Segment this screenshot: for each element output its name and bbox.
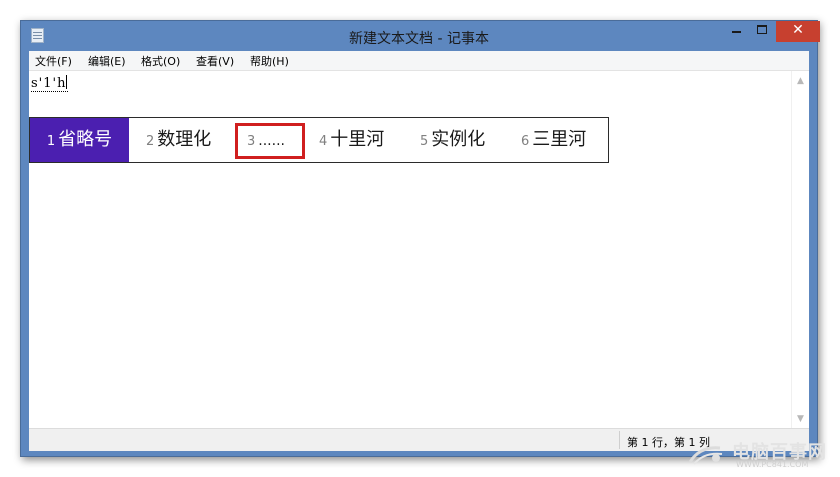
minimize-button[interactable] bbox=[723, 21, 749, 42]
ime-candidate-4[interactable]: 4 十里河 bbox=[319, 118, 384, 162]
ime-candidate-2[interactable]: 2 数理化 bbox=[146, 118, 211, 162]
ime-candidate-1[interactable]: 1 省略号 bbox=[30, 118, 129, 162]
close-button[interactable]: ✕ bbox=[776, 21, 820, 42]
menu-edit[interactable]: 编辑(E) bbox=[88, 53, 126, 69]
window-title: 新建文本文档 - 记事本 bbox=[349, 31, 489, 47]
scroll-down-icon[interactable]: ▼ bbox=[792, 414, 809, 424]
notepad-window: 新建文本文档 - 记事本 ✕ 文件(F) 编辑(E) 格式(O) 查看(V) 帮… bbox=[20, 20, 820, 457]
menu-help[interactable]: 帮助(H) bbox=[250, 53, 289, 69]
scroll-up-icon[interactable]: ▲ bbox=[792, 76, 809, 86]
menu-bar: 文件(F) 编辑(E) 格式(O) 查看(V) 帮助(H) bbox=[29, 51, 809, 71]
screenshot: 新建文本文档 - 记事本 ✕ 文件(F) 编辑(E) 格式(O) 查看(V) 帮… bbox=[0, 0, 840, 477]
maximize-button[interactable] bbox=[749, 21, 775, 42]
menu-view[interactable]: 查看(V) bbox=[196, 53, 234, 69]
text-editor[interactable]: s'1'h 1 省略号 2 数理化 3...... 4 十里河 5 实例化 6 … bbox=[29, 71, 809, 428]
ime-composition-text: s'1'h bbox=[31, 75, 69, 92]
close-icon: ✕ bbox=[792, 22, 804, 38]
ime-candidate-6[interactable]: 6 三里河 bbox=[521, 118, 586, 162]
ime-candidate-5[interactable]: 5 实例化 bbox=[420, 118, 485, 162]
status-divider bbox=[619, 431, 620, 449]
watermark-icon bbox=[688, 446, 723, 465]
minimize-icon bbox=[731, 30, 741, 33]
menu-format[interactable]: 格式(O) bbox=[141, 53, 180, 69]
ime-candidate-bar: 1 省略号 2 数理化 3...... 4 十里河 5 实例化 6 三里河 bbox=[29, 117, 609, 163]
watermark-subtext: WWW.PC841.COM bbox=[736, 460, 809, 469]
text-caret bbox=[66, 75, 68, 89]
title-bar[interactable]: 新建文本文档 - 记事本 ✕ bbox=[21, 21, 820, 51]
watermark-logo: 电脑百事网 WWW.PC841.COM bbox=[686, 438, 836, 472]
maximize-icon bbox=[757, 25, 767, 34]
candidate-highlight-box bbox=[235, 123, 305, 159]
menu-file[interactable]: 文件(F) bbox=[35, 53, 72, 69]
vertical-scrollbar[interactable]: ▲ ▼ bbox=[791, 71, 809, 428]
